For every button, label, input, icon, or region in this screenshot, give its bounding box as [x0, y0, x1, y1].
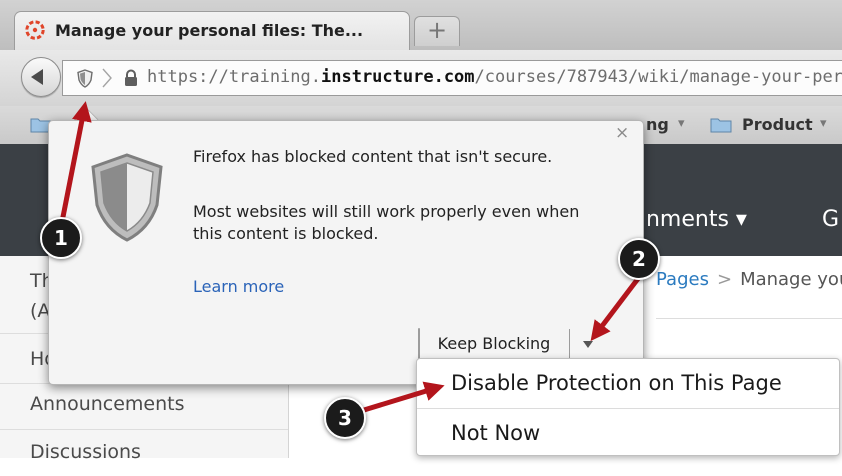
tab-title: Manage your personal files: The... — [55, 21, 364, 40]
bookmark-dropdown-icon: ▾ — [820, 116, 827, 131]
bookmark-folder-label[interactable]: ng — [646, 115, 669, 134]
bookmark-dropdown-icon: ▾ — [678, 116, 685, 131]
identity-chevron-icon — [101, 68, 113, 92]
menu-item-disable-protection[interactable]: Disable Protection on This Page — [417, 359, 839, 407]
breadcrumb-pages-link[interactable]: Pages — [656, 269, 709, 290]
back-button[interactable] — [21, 57, 61, 97]
tab-strip: Manage your personal files: The... + — [0, 0, 842, 51]
popup-message: Firefox has blocked content that isn't s… — [193, 147, 553, 166]
bookmark-product[interactable]: Product — [742, 115, 813, 134]
step-marker-1: 1 — [40, 217, 82, 259]
options-dropdown-button[interactable] — [570, 329, 606, 359]
large-shield-icon — [87, 151, 167, 247]
tab-active[interactable]: Manage your personal files: The... — [14, 11, 410, 50]
mixed-content-shield-icon[interactable] — [77, 69, 93, 92]
step-marker-2: 2 — [618, 238, 660, 280]
breadcrumb-current: Manage you — [740, 269, 842, 290]
step-marker-3: 3 — [324, 397, 366, 439]
divider — [656, 318, 842, 319]
popup-detail: Most websites will still work properly e… — [193, 202, 580, 243]
close-icon[interactable]: × — [615, 123, 629, 143]
folder-icon — [710, 116, 732, 133]
lock-icon — [123, 69, 139, 91]
url-text: https://training.instructure.com/courses… — [147, 67, 842, 87]
mixed-content-popup: × Firefox has blocked content that isn't… — [48, 120, 644, 385]
sidebar-item-announcements[interactable]: Announcements — [0, 384, 288, 430]
breadcrumb-separator: > — [716, 269, 733, 290]
keep-blocking-button[interactable]: Keep Blocking — [419, 329, 570, 359]
canvas-favicon-icon — [25, 20, 45, 40]
breadcrumb: Pages > Manage you — [656, 269, 842, 290]
new-tab-button[interactable]: + — [414, 16, 460, 46]
nav-assignments[interactable]: gnments ▾ — [632, 207, 747, 232]
menu-item-not-now[interactable]: Not Now — [417, 409, 839, 457]
sidebar-item-discussions[interactable]: Discussions — [0, 430, 288, 476]
nav-next-item[interactable]: G — [822, 207, 839, 232]
keep-blocking-split-button: Keep Blocking — [418, 328, 593, 360]
learn-more-link[interactable]: Learn more — [193, 277, 284, 296]
navigation-bar: https://training.instructure.com/courses… — [0, 50, 842, 107]
url-bar[interactable]: https://training.instructure.com/courses… — [62, 60, 842, 96]
options-menu: Disable Protection on This Page Not Now — [416, 358, 840, 456]
